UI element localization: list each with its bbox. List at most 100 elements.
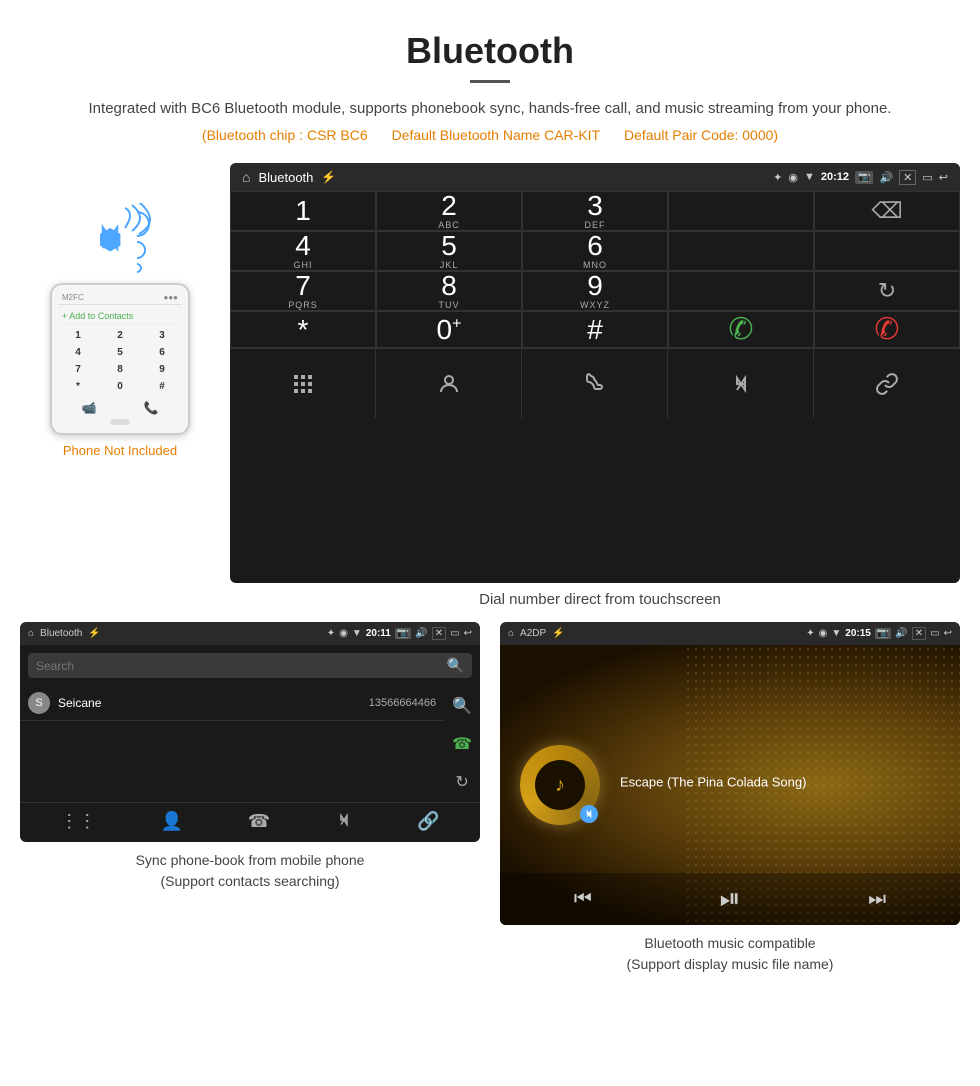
dial-key-3[interactable]: 3 DEF [522, 191, 668, 231]
dialpad-bottom [230, 348, 960, 418]
pb-search-input[interactable] [36, 659, 447, 673]
pb-caption: Sync phone-book from mobile phone (Suppo… [20, 842, 480, 900]
pb-contact-row[interactable]: S Seicane 13566664466 [20, 686, 444, 721]
phone-keypad: 1 2 3 4 5 6 7 8 9 * 0 # [58, 328, 182, 394]
pb-bt-icon: ✦ [327, 628, 335, 639]
phone-key-star: * [58, 379, 98, 394]
pb-bottom-person[interactable]: 👤 [161, 811, 183, 834]
wifi-icon: ▼ [804, 171, 815, 183]
music-play-pause-button[interactable]: ⏯ [720, 883, 741, 915]
bottom-panels: ⌂ Bluetooth ⚡ ✦ ◉ ▼ 20:11 📷 🔊 ✕ ▭ ↩ [0, 622, 980, 1003]
phone-key-6: 6 [142, 345, 182, 360]
music-next-button[interactable]: ⏭ [868, 888, 886, 911]
status-time: 20:12 [821, 171, 849, 183]
pb-side-call[interactable]: ☎ [448, 730, 476, 758]
dial-refresh[interactable]: ↻ [814, 271, 960, 311]
music-prev-button[interactable]: ⏮ [574, 888, 592, 911]
music-bt-badge [580, 805, 598, 823]
pb-win-icon[interactable]: ▭ [450, 628, 459, 639]
music-usb-icon: ⚡ [552, 628, 564, 639]
title-divider [470, 80, 510, 83]
music-win-icon[interactable]: ▭ [930, 628, 939, 639]
phonebook-screen: ⌂ Bluetooth ⚡ ✦ ◉ ▼ 20:11 📷 🔊 ✕ ▭ ↩ [20, 622, 480, 842]
pb-cam-icon[interactable]: 📷 [395, 628, 411, 639]
music-back-icon[interactable]: ↩ [944, 628, 952, 639]
dial-key-1[interactable]: 1 [230, 191, 376, 231]
page-header: Bluetooth Integrated with BC6 Bluetooth … [0, 0, 980, 153]
status-title: Bluetooth [258, 170, 313, 185]
pb-back-icon[interactable]: ↩ [464, 628, 472, 639]
usb-icon: ⚡ [321, 170, 336, 184]
dial-call-green[interactable]: ✆ [668, 311, 814, 348]
window-icon[interactable]: ▭ [922, 171, 932, 184]
dial-key-4[interactable]: 4 GHI [230, 231, 376, 271]
back-icon[interactable]: ↩ [939, 171, 948, 184]
phone-call-icon: 📞 [144, 401, 159, 415]
phone-mockup: M2FC ●●● + Add to Contacts 1 2 3 4 5 6 7… [50, 283, 190, 435]
music-caption-line1: Bluetooth music compatible [504, 933, 956, 954]
dial-backspace[interactable]: ⌫ [814, 191, 960, 231]
bottom-phone-icon[interactable] [522, 349, 668, 418]
camera-icon[interactable]: 📷 [855, 171, 873, 184]
dial-key-5[interactable]: 5 JKL [376, 231, 522, 271]
pb-search-icon: 🔍 [447, 657, 464, 674]
phone-key-2: 2 [100, 328, 140, 343]
dial-key-6[interactable]: 6 MNO [522, 231, 668, 271]
pb-side-refresh[interactable]: ↻ [451, 768, 472, 796]
music-home-icon[interactable]: ⌂ [508, 628, 514, 639]
phone-key-4: 4 [58, 345, 98, 360]
car-screen-main: ⌂ Bluetooth ⚡ ✦ ◉ ▼ 20:12 📷 🔊 ✕ ▭ ↩ 1 [230, 163, 960, 583]
music-controls: ⏮ ⏯ ⏭ [500, 873, 960, 925]
dial-call-red[interactable]: ✆ [814, 311, 960, 348]
pb-bottom-bt[interactable] [335, 811, 353, 834]
page-title: Bluetooth [40, 30, 940, 72]
dial-empty-r3c4 [668, 271, 814, 311]
pb-close-icon[interactable]: ✕ [432, 627, 446, 640]
pb-bottom-bar: ⋮⋮ 👤 ☎ 🔗 [20, 802, 480, 842]
music-close-icon[interactable]: ✕ [912, 627, 926, 640]
pb-home-icon[interactable]: ⌂ [28, 628, 34, 639]
pb-usb-icon: ⚡ [88, 628, 100, 639]
pb-bottom-phone[interactable]: ☎ [248, 811, 270, 834]
music-content: ♪ Escape (The Pina Colada Song) ⏮ ⏯ ⏭ [500, 645, 960, 925]
volume-icon[interactable]: 🔊 [879, 171, 893, 184]
dial-key-7[interactable]: 7 PQRS [230, 271, 376, 311]
phone-key-9: 9 [142, 362, 182, 377]
pb-status-bar: ⌂ Bluetooth ⚡ ✦ ◉ ▼ 20:11 📷 🔊 ✕ ▭ ↩ [20, 622, 480, 645]
close-icon[interactable]: ✕ [899, 170, 916, 185]
music-vol-icon[interactable]: 🔊 [895, 628, 907, 639]
music-status-left: ⌂ A2DP ⚡ [508, 628, 565, 639]
home-icon[interactable]: ⌂ [242, 169, 250, 185]
pb-vol-icon[interactable]: 🔊 [415, 628, 427, 639]
dial-empty-r2c5 [814, 231, 960, 271]
dial-key-hash[interactable]: # [522, 311, 668, 348]
bottom-link-icon[interactable] [814, 349, 960, 418]
spec-chip: (Bluetooth chip : CSR BC6 [202, 127, 368, 143]
music-album-art: ♪ [520, 745, 600, 825]
bt-waves-svg [120, 203, 155, 253]
dial-key-9[interactable]: 9 WXYZ [522, 271, 668, 311]
bottom-bluetooth-icon[interactable] [668, 349, 814, 418]
pb-caption-line2: (Support contacts searching) [24, 871, 476, 892]
phone-video-icon: 📹 [82, 401, 97, 415]
pb-title: Bluetooth [40, 628, 82, 639]
pb-status-right: ✦ ◉ ▼ 20:11 📷 🔊 ✕ ▭ ↩ [327, 627, 472, 640]
phone-key-0: 0 [100, 379, 140, 394]
music-caption-line2: (Support display music file name) [504, 954, 956, 975]
music-cam-icon[interactable]: 📷 [875, 628, 891, 639]
phone-carrier: M2FC [62, 293, 84, 302]
dial-key-0[interactable]: 0+ [376, 311, 522, 348]
phone-not-included-label: Phone Not Included [63, 443, 177, 458]
pb-side-icons: 🔍 ☎ ↻ [444, 686, 480, 802]
dial-key-8[interactable]: 8 TUV [376, 271, 522, 311]
bottom-grid-icon[interactable] [230, 349, 376, 418]
pb-bottom-link[interactable]: 🔗 [417, 811, 439, 834]
pb-bottom-grid[interactable]: ⋮⋮ [60, 811, 96, 834]
dial-key-2[interactable]: 2 ABC [376, 191, 522, 231]
dial-key-star[interactable]: * [230, 311, 376, 348]
bottom-person-icon[interactable] [376, 349, 522, 418]
pb-side-search[interactable]: 🔍 [448, 692, 476, 720]
spec-name: Default Bluetooth Name CAR-KIT [392, 127, 601, 143]
car-status-bar: ⌂ Bluetooth ⚡ ✦ ◉ ▼ 20:12 📷 🔊 ✕ ▭ ↩ [230, 163, 960, 191]
status-right: ✦ ◉ ▼ 20:12 📷 🔊 ✕ ▭ ↩ [773, 170, 948, 185]
